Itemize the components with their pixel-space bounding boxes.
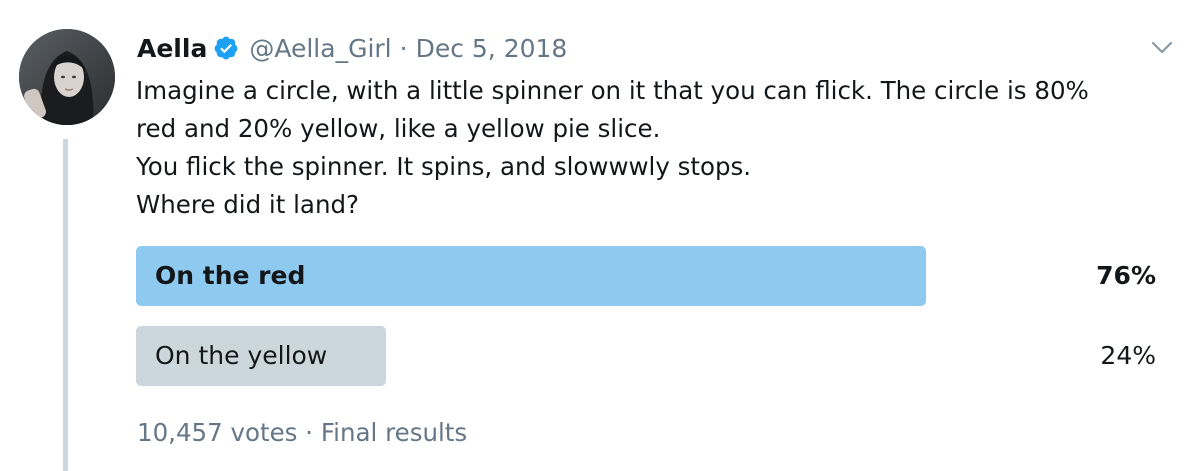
tweet-text: Imagine a circle, with a little spinner …: [136, 72, 1166, 224]
poll-votes: 10,457 votes: [137, 418, 298, 447]
tweet: Aella @Aella_Girl · Dec 5, 2018 Imagine …: [0, 0, 1195, 471]
author-handle[interactable]: @Aella_Girl: [249, 34, 391, 63]
poll-option: On the red 76%: [136, 246, 1160, 306]
thread-line: [63, 139, 68, 471]
poll-option: On the yellow 24%: [136, 326, 1160, 386]
tweet-text-line: Where did it land?: [136, 190, 360, 219]
tweet-text-line: Imagine a circle, with a little spinner …: [136, 76, 1089, 105]
verified-badge-icon: [213, 35, 239, 61]
poll-status: Final results: [320, 418, 468, 447]
avatar[interactable]: [19, 29, 115, 125]
tweet-text-line: You flick the spinner. It spins, and slo…: [136, 152, 752, 181]
poll-option-percent: 76%: [1096, 261, 1156, 290]
poll-option-label: On the yellow: [155, 341, 328, 370]
poll-footer: 10,457 votes · Final results: [137, 418, 467, 447]
tweet-text-line: red and 20% yellow, like a yellow pie sl…: [136, 114, 661, 143]
poll-footer-separator: ·: [305, 418, 314, 447]
avatar-photo: [19, 29, 115, 125]
chevron-down-icon[interactable]: [1150, 37, 1174, 57]
poll-option-percent: 24%: [1100, 341, 1156, 370]
poll-option-label: On the red: [155, 261, 306, 290]
tweet-header: Aella @Aella_Girl · Dec 5, 2018: [137, 30, 567, 66]
author-name[interactable]: Aella: [137, 34, 207, 63]
tweet-date[interactable]: Dec 5, 2018: [416, 34, 568, 63]
header-separator: ·: [399, 33, 408, 63]
